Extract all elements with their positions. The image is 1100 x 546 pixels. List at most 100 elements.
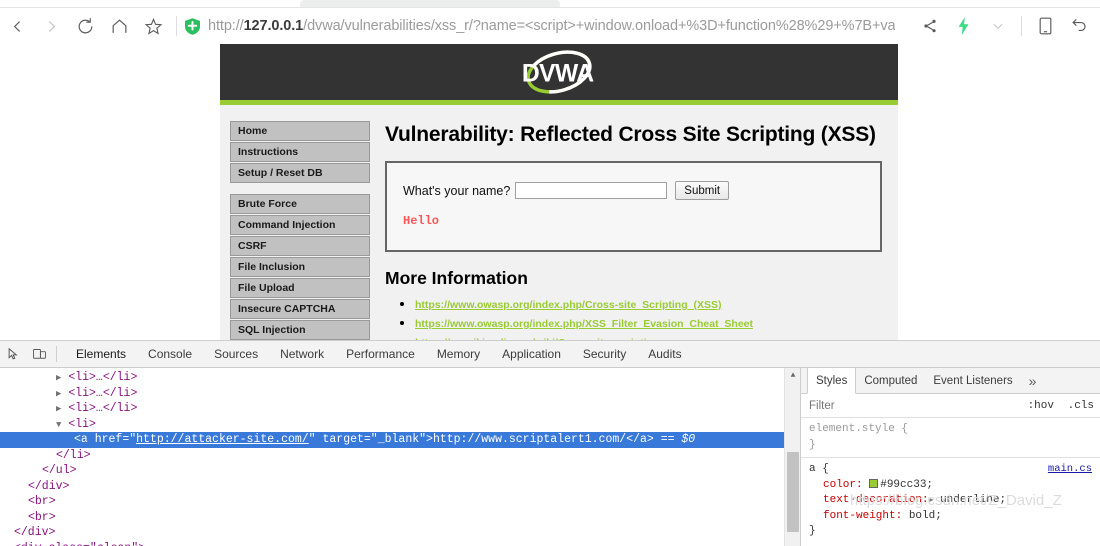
rule-selector[interactable]: a { [809,463,829,475]
dvwa-logo: DVWA [522,50,595,94]
dom-node-li[interactable]: ▶ <li>…</li> [0,370,800,386]
devtools-panel: Elements Console Sources Network Perform… [0,340,1100,546]
back-arrow-icon[interactable] [0,9,34,43]
chevron-down-icon[interactable] [981,9,1015,43]
page-viewport: DVWA Home Instructions Setup / Reset DB … [0,44,1100,340]
color-swatch[interactable] [869,478,879,488]
xss-output-text: Hello [403,214,440,228]
device-toolbar-icon[interactable] [26,341,52,367]
expand-triangle-icon[interactable]: ▶ [929,496,934,505]
forward-arrow-icon[interactable] [34,9,68,43]
share-icon[interactable] [913,9,947,43]
name-label: What's your name? [403,183,511,198]
sidebar-item-file-upload[interactable]: File Upload [230,278,370,298]
rule-element-style: element.style { } [801,422,1100,453]
dom-node-li[interactable]: ▶ <li>…</li> [0,401,800,417]
styles-filter-input[interactable]: Filter [809,400,835,412]
dom-attr-href-value[interactable]: http://attacker-site.com/ [136,433,309,446]
list-item: https://www.owasp.org/index.php/XSS_Filt… [415,314,882,332]
cls-toggle[interactable]: .cls [1068,400,1094,412]
sidebar-item-csrf[interactable]: CSRF [230,236,370,256]
name-input[interactable] [515,182,668,199]
more-information-list: https://www.owasp.org/index.php/Cross-si… [415,295,882,340]
collapse-triangle-icon[interactable]: ▼ [56,420,61,430]
styles-rules-list: element.style { } main.cs a { color: #99… [801,418,1100,540]
url-text: http://127.0.0.1/dvwa/vulnerabilities/xs… [208,18,895,34]
tab-styles[interactable]: Styles [807,368,857,394]
scrollbar-thumb[interactable] [787,452,799,532]
dom-tree-scrollbar[interactable]: ▲ [784,368,800,546]
tab-console[interactable]: Console [137,341,203,367]
tab-event-listeners[interactable]: Event Listeners [925,368,1020,393]
shield-icon[interactable] [185,17,200,35]
tab-audits[interactable]: Audits [637,341,692,367]
xss-form-row: What's your name? Submit [403,181,864,200]
scroll-up-icon[interactable]: ▲ [785,368,800,382]
dom-node-selected-anchor[interactable]: <a href="http://attacker-site.com/" targ… [0,432,800,448]
url-scheme: http:// [208,18,244,34]
dom-anchor-tag-open: <a [74,433,88,446]
expand-triangle-icon[interactable]: ▶ [56,373,61,383]
styles-filter-row: Filter :hov .cls [801,394,1100,418]
dom-node-ul-close[interactable]: </ul> [0,463,800,479]
sidebar-item-command-injection[interactable]: Command Injection [230,215,370,235]
tab-security[interactable]: Security [572,341,637,367]
tab-computed[interactable]: Computed [856,368,925,393]
navigation-bar: http://127.0.0.1/dvwa/vulnerabilities/xs… [0,8,1100,44]
dom-token: </div> [14,526,56,539]
declaration-color[interactable]: color: #99cc33; [809,478,1092,494]
declaration-text-decoration[interactable]: text-decoration:▶ underline; [809,493,1092,509]
declaration-value[interactable]: bold; [909,510,942,522]
declaration-value[interactable]: underline; [940,494,1006,506]
submit-button[interactable]: Submit [675,181,730,200]
rule-close-brace: } [809,438,816,451]
hov-toggle[interactable]: :hov [1028,400,1054,412]
tab-application[interactable]: Application [491,341,572,367]
declaration-font-weight[interactable]: font-weight: bold; [809,509,1092,525]
sidebar-item-insecure-captcha[interactable]: Insecure CAPTCHA [230,299,370,319]
expand-triangle-icon[interactable]: ▶ [56,389,61,399]
home-icon[interactable] [102,9,136,43]
dom-tree[interactable]: ▶ <li>…</li> ▶ <li>…</li> ▶ <li>…</li> ▼… [0,368,800,546]
tab-network[interactable]: Network [269,341,335,367]
sidebar-item-sql-injection[interactable]: SQL Injection [230,320,370,340]
dom-node-li-close[interactable]: </li> [0,448,800,464]
sidebar-item-instructions[interactable]: Instructions [230,142,370,162]
dvwa-content: Home Instructions Setup / Reset DB Brute… [220,105,898,340]
rule-selector[interactable]: element.style { [809,422,1092,438]
expand-triangle-icon[interactable]: ▶ [56,404,61,414]
dom-node-br[interactable]: <br> [0,510,800,526]
dom-node-li[interactable]: ▶ <li>…</li> [0,386,800,402]
reload-icon[interactable] [68,9,102,43]
dom-node-br[interactable]: <br> [0,494,800,510]
info-link-owasp-xss[interactable]: https://www.owasp.org/index.php/Cross-si… [415,299,721,311]
sidebar-item-file-inclusion[interactable]: File Inclusion [230,257,370,277]
mobile-device-icon[interactable] [1028,9,1062,43]
declaration-value[interactable]: #99cc33; [880,479,933,491]
sidebar-item-setup-reset-db[interactable]: Setup / Reset DB [230,163,370,183]
toolbar-right-icons [913,9,1100,43]
tab-memory[interactable]: Memory [426,341,491,367]
dom-node-div-clean[interactable]: <div class="clean"> [0,541,800,546]
address-bar[interactable]: http://127.0.0.1/dvwa/vulnerabilities/xs… [183,9,913,43]
info-link-owasp-cheatsheet[interactable]: https://www.owasp.org/index.php/XSS_Filt… [415,318,753,330]
toolbar-divider [176,16,177,36]
dom-node-li-expanded[interactable]: ▼ <li> [0,417,800,433]
lightning-bolt-icon[interactable] [947,9,981,43]
dvwa-sidebar: Home Instructions Setup / Reset DB Brute… [230,121,370,340]
dom-node-div-close[interactable]: </div> [0,525,800,541]
more-tabs-icon[interactable]: » [1021,368,1045,393]
tab-performance[interactable]: Performance [335,341,426,367]
rules-divider [801,457,1100,458]
sidebar-item-home[interactable]: Home [230,121,370,141]
stylesheet-source-link[interactable]: main.cs [1048,462,1092,478]
undo-arrow-icon[interactable] [1062,9,1096,43]
tab-elements[interactable]: Elements [65,341,137,367]
tab-sources[interactable]: Sources [203,341,269,367]
dom-attr-target-name: target [322,433,364,446]
star-icon[interactable] [136,9,170,43]
dom-node-div-close[interactable]: </div> [0,479,800,495]
sidebar-item-brute-force[interactable]: Brute Force [230,194,370,214]
inspect-element-icon[interactable] [0,341,26,367]
